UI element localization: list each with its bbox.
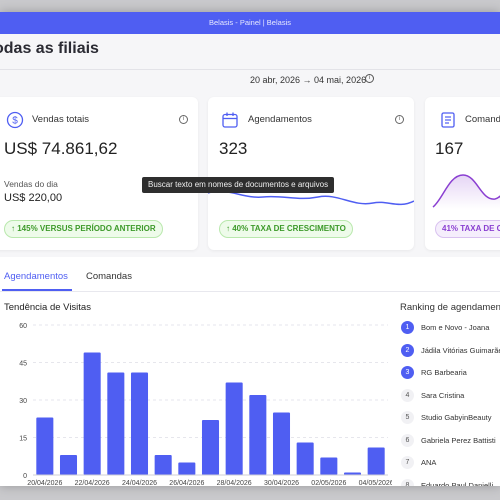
- rank-position-badge: 6: [401, 433, 414, 447]
- y-tick-label: 60: [19, 323, 27, 330]
- bar-30/04/2026[interactable]: [272, 412, 291, 476]
- bar-29/04/2026[interactable]: [249, 395, 267, 475]
- card-label: Vendas totais: [32, 114, 90, 125]
- bar-21/04/2026[interactable]: [59, 455, 78, 475]
- ranking-item[interactable]: 5 Studio GabyinBeauty: [400, 408, 500, 431]
- date-range-picker[interactable]: 20 abr, 2026 → 04 mai, 2026: [250, 75, 366, 85]
- ranking-title: Ranking de agendamentos: [400, 302, 500, 313]
- ranking-item[interactable]: 1 Bom e Novo - Joana: [400, 318, 500, 341]
- x-tick-label: 24/04/2026: [122, 480, 157, 486]
- info-icon[interactable]: i: [395, 115, 404, 124]
- bar-26/04/2026[interactable]: [178, 462, 196, 476]
- rank-position-badge: 3: [401, 366, 414, 379]
- receipt-icon: [441, 112, 455, 128]
- growth-badge: ↑ 40% TAXA DE CRESCIMENTO: [219, 220, 353, 238]
- rank-name: Bom e Novo - Joana: [421, 323, 490, 332]
- app-window: Belasis - Painel | Belasis odas as filia…: [0, 12, 500, 486]
- x-tick-label: 22/04/2026: [75, 480, 110, 486]
- bar-02/05/2026[interactable]: [320, 457, 338, 476]
- x-tick-label: 20/04/2026: [27, 480, 62, 486]
- x-tick-label: 30/04/2026: [264, 480, 299, 486]
- rank-position-badge: 8: [401, 478, 414, 486]
- analytics-panel: Agendamentos Comandas Tendência de Visit…: [0, 257, 500, 486]
- dollar-circle-icon: $: [6, 111, 24, 129]
- card-agendamentos: Agendamentos i 323 ↑ 40% TAXA DE CRESCIM…: [208, 97, 414, 250]
- info-icon[interactable]: i: [179, 115, 188, 124]
- growth-badge: ↑ 145% VERSUS PERÍODO ANTERIOR: [4, 220, 163, 238]
- y-tick-label: 45: [19, 361, 27, 368]
- bar-22/04/2026[interactable]: [83, 352, 101, 476]
- rank-position-badge: 7: [401, 456, 414, 469]
- x-tick-label: 02/05/2026: [311, 480, 346, 486]
- title-bar: Belasis - Painel | Belasis: [0, 12, 500, 34]
- rank-name: Gabriela Perez Battisti: [421, 435, 496, 445]
- rank-position-badge: 5: [401, 411, 414, 424]
- card-value: 167: [435, 139, 464, 158]
- bar-04/05/2026[interactable]: [367, 447, 385, 476]
- bar-28/04/2026[interactable]: [225, 382, 243, 476]
- svg-text:$: $: [12, 116, 18, 127]
- ranking-item[interactable]: 7 ANA: [400, 453, 500, 476]
- search-tooltip: Buscar texto em nomes de documentos e ar…: [142, 177, 335, 193]
- tab-agendamentos[interactable]: Agendamentos: [4, 271, 68, 282]
- rank-position-badge: 1: [401, 321, 414, 334]
- bar-24/04/2026[interactable]: [130, 372, 149, 476]
- bar-23/04/2026[interactable]: [107, 372, 125, 476]
- sparkline: [432, 174, 500, 209]
- card-comandas: Comandas 167 41% TAXA DE C: [425, 97, 500, 250]
- chart-title: Tendência de Visitas: [4, 302, 91, 313]
- card-value: US$ 74.861,62: [4, 139, 118, 158]
- rank-name: ANA: [421, 458, 437, 467]
- growth-badge: 41% TAXA DE C: [435, 220, 500, 238]
- x-tick-label: 26/04/2026: [169, 480, 204, 486]
- ranking-item[interactable]: 8 Eduardo Paul Danielli: [400, 476, 500, 487]
- x-tick-label: 28/04/2026: [217, 480, 252, 486]
- tabs-divider: [0, 291, 500, 292]
- card-sub-label: Vendas do dia: [4, 179, 58, 189]
- y-tick-label: 30: [19, 398, 27, 405]
- ranking-item[interactable]: 6 Gabriela Perez Battisti: [400, 431, 500, 454]
- card-vendas-totais: $ Vendas totais i US$ 74.861,62 Vendas d…: [0, 97, 198, 250]
- y-tick-label: 0: [23, 473, 27, 480]
- rank-name: RG Barbearia: [421, 368, 467, 377]
- tab-comandas[interactable]: Comandas: [86, 271, 132, 282]
- rank-name: Jádila Vitórias Guimarães: [421, 345, 500, 355]
- rank-position-badge: 2: [401, 343, 414, 357]
- bar-25/04/2026[interactable]: [154, 455, 172, 475]
- card-label: Comandas: [465, 114, 500, 125]
- window-title: Belasis - Painel | Belasis: [209, 18, 291, 27]
- header-divider: [0, 69, 500, 70]
- bar-01/05/2026[interactable]: [296, 442, 314, 476]
- ranking-list: 1 Bom e Novo - Joana 2 Jádila Vitórias Guim…: [400, 318, 500, 486]
- info-icon[interactable]: i: [365, 74, 374, 83]
- ranking-item[interactable]: 4 Sara Cristina: [400, 386, 500, 409]
- y-tick-label: 15: [19, 436, 27, 443]
- page-title: odas as filiais: [0, 40, 99, 57]
- rank-name: Studio GabyinBeauty: [421, 413, 492, 422]
- bar-20/04/2026[interactable]: [36, 417, 54, 476]
- x-tick-label: 04/05/2026: [359, 480, 392, 486]
- card-label: Agendamentos: [248, 114, 312, 125]
- active-tab-indicator: [2, 289, 72, 291]
- visits-bar-chart: 0 15 30 45 60 20/04/2026 22/04/2026 24/04/2026 2…: [19, 323, 392, 486]
- rank-position-badge: 4: [401, 388, 414, 402]
- card-value: 323: [219, 139, 248, 158]
- rank-name: Eduardo Paul Danielli: [421, 480, 494, 487]
- card-sub-value: US$ 220,00: [4, 192, 63, 204]
- calendar-icon: [222, 112, 238, 128]
- ranking-item[interactable]: 3 RG Barbearia: [400, 363, 500, 386]
- bar-27/04/2026[interactable]: [201, 420, 220, 475]
- rank-name: Sara Cristina: [421, 390, 465, 400]
- ranking-item[interactable]: 2 Jádila Vitórias Guimarães: [400, 341, 500, 364]
